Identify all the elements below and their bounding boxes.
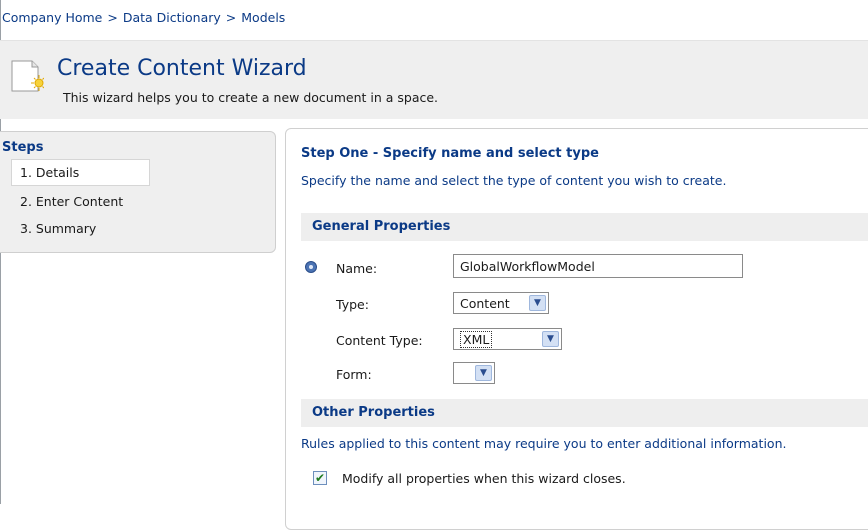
steps-title: Steps: [2, 140, 44, 155]
step-enter-content[interactable]: 2. Enter Content: [20, 194, 123, 209]
step-details[interactable]: 1. Details: [20, 165, 79, 180]
form-label: Form:: [336, 367, 372, 382]
wizard-page: Company Home > Data Dictionary > Models …: [0, 0, 868, 530]
chevron-down-icon[interactable]: ▼: [542, 331, 559, 347]
new-document-icon: [11, 60, 44, 92]
wizard-title: Create Content Wizard: [57, 56, 307, 81]
other-properties-title: Other Properties: [312, 405, 435, 420]
breadcrumb-data-dictionary[interactable]: Data Dictionary: [123, 10, 221, 25]
breadcrumb-models[interactable]: Models: [241, 10, 285, 25]
form-select[interactable]: ▼: [453, 362, 495, 384]
type-select-value: Content: [460, 295, 510, 311]
rules-info-text: Rules applied to this content may requir…: [301, 436, 787, 451]
chevron-down-icon[interactable]: ▼: [529, 295, 546, 311]
check-icon: ✔: [314, 471, 326, 485]
name-input[interactable]: [453, 254, 743, 278]
step-heading: Step One - Specify name and select type: [301, 146, 599, 161]
modify-properties-checkbox[interactable]: ✔: [313, 471, 327, 485]
content-type-select-wrap: XML: [454, 330, 542, 348]
breadcrumb: Company Home > Data Dictionary > Models: [2, 8, 285, 26]
chevron-down-icon[interactable]: ▼: [475, 365, 492, 381]
step-summary[interactable]: 3. Summary: [20, 221, 96, 236]
type-label: Type:: [336, 297, 369, 312]
breadcrumb-separator: >: [107, 9, 118, 25]
type-select[interactable]: Content ▼: [453, 292, 549, 314]
breadcrumb-separator: >: [225, 9, 237, 25]
main-panel: [285, 128, 868, 530]
required-field-icon: [305, 261, 317, 273]
modify-properties-label[interactable]: Modify all properties when this wizard c…: [342, 471, 626, 486]
general-properties-title: General Properties: [312, 219, 451, 234]
wizard-subtitle: This wizard helps you to create a new do…: [63, 90, 439, 105]
content-type-select-value: XML: [460, 330, 493, 348]
name-label: Name:: [336, 261, 378, 276]
breadcrumb-company-home[interactable]: Company Home: [2, 10, 102, 25]
step-description: Specify the name and select the type of …: [301, 173, 727, 188]
content-type-label: Content Type:: [336, 333, 423, 348]
content-type-select[interactable]: XML ▼: [453, 328, 562, 350]
